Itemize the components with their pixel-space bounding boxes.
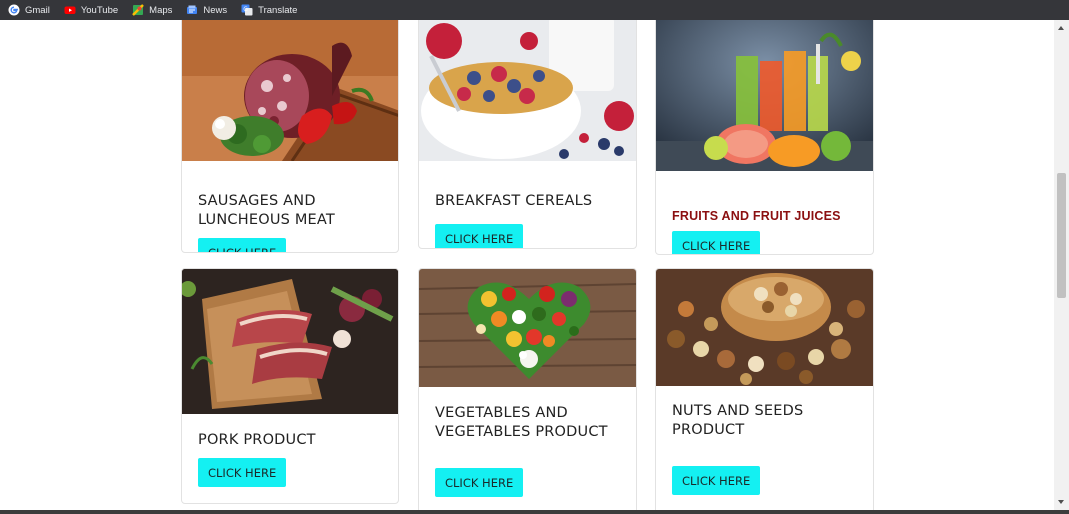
maps-icon	[132, 4, 145, 16]
translate-icon: G	[241, 4, 253, 16]
bookmarks-bar: Gmail YouTube Maps News G Translate	[0, 0, 1069, 20]
nuts-image	[656, 269, 873, 386]
product-title: FRUITS AND FRUIT JUICES	[672, 209, 841, 223]
product-title: VEGETABLES AND VEGETABLES PRODUCT	[435, 405, 608, 440]
sausage-image	[182, 20, 398, 161]
click-here-button[interactable]: CLICK HERE	[198, 238, 287, 252]
bookmark-label: Translate	[258, 4, 298, 16]
vegetables-image	[419, 269, 636, 387]
click-here-button[interactable]: CLICK HERE	[672, 466, 761, 495]
bookmark-label: Maps	[149, 4, 173, 16]
scroll-down-arrow-icon[interactable]	[1058, 500, 1064, 504]
window-bottom-edge	[0, 510, 1069, 514]
click-here-button[interactable]: CLICK HERE	[672, 231, 761, 254]
product-card-fruits: FRUITS AND FRUIT JUICES CLICK HERE	[655, 20, 874, 255]
pork-image	[182, 269, 398, 414]
bookmark-gmail[interactable]: Gmail	[8, 4, 50, 16]
product-card-breakfast-cereals: BREAKFAST CEREALS CLICK HERE	[418, 20, 637, 249]
product-card-pork: PORK PRODUCT CLICK HERE	[181, 268, 399, 504]
product-card-vegetables: VEGETABLES AND VEGETABLES PRODUCT CLICK …	[418, 268, 637, 510]
bookmark-youtube[interactable]: YouTube	[64, 4, 118, 16]
google-icon	[8, 4, 20, 16]
bookmark-news[interactable]: News	[186, 4, 227, 16]
scroll-up-arrow-icon[interactable]	[1058, 26, 1064, 30]
bookmark-label: Gmail	[25, 4, 50, 16]
vertical-scrollbar[interactable]	[1054, 20, 1069, 510]
bookmark-label: News	[203, 4, 228, 16]
fruit-juice-image	[656, 20, 873, 171]
product-card-nuts: NUTS AND SEEDS PRODUCT CLICK HERE	[655, 268, 874, 510]
click-here-button[interactable]: CLICK HERE	[435, 468, 524, 497]
bookmark-maps[interactable]: Maps	[132, 4, 172, 16]
product-title: PORK PRODUCT	[198, 432, 316, 448]
news-icon	[187, 5, 198, 14]
product-card-sausages: SAUSAGES AND LUNCHEOUS MEAT CLICK HERE	[181, 20, 399, 253]
bookmark-label: YouTube	[80, 4, 119, 16]
click-here-button[interactable]: CLICK HERE	[198, 458, 287, 487]
scroll-thumb[interactable]	[1057, 173, 1066, 298]
svg-text:G: G	[243, 6, 248, 13]
product-title: NUTS AND SEEDS PRODUCT	[672, 403, 804, 438]
cereal-image	[419, 20, 636, 161]
youtube-icon	[64, 6, 76, 14]
product-title: BREAKFAST CEREALS	[435, 193, 593, 209]
bookmark-translate[interactable]: G Translate	[241, 4, 297, 16]
click-here-button[interactable]: CLICK HERE	[435, 224, 524, 248]
page-viewport: SAUSAGES AND LUNCHEOUS MEAT CLICK HERE B…	[0, 20, 1054, 510]
product-title: SAUSAGES AND LUNCHEOUS MEAT	[198, 193, 335, 228]
